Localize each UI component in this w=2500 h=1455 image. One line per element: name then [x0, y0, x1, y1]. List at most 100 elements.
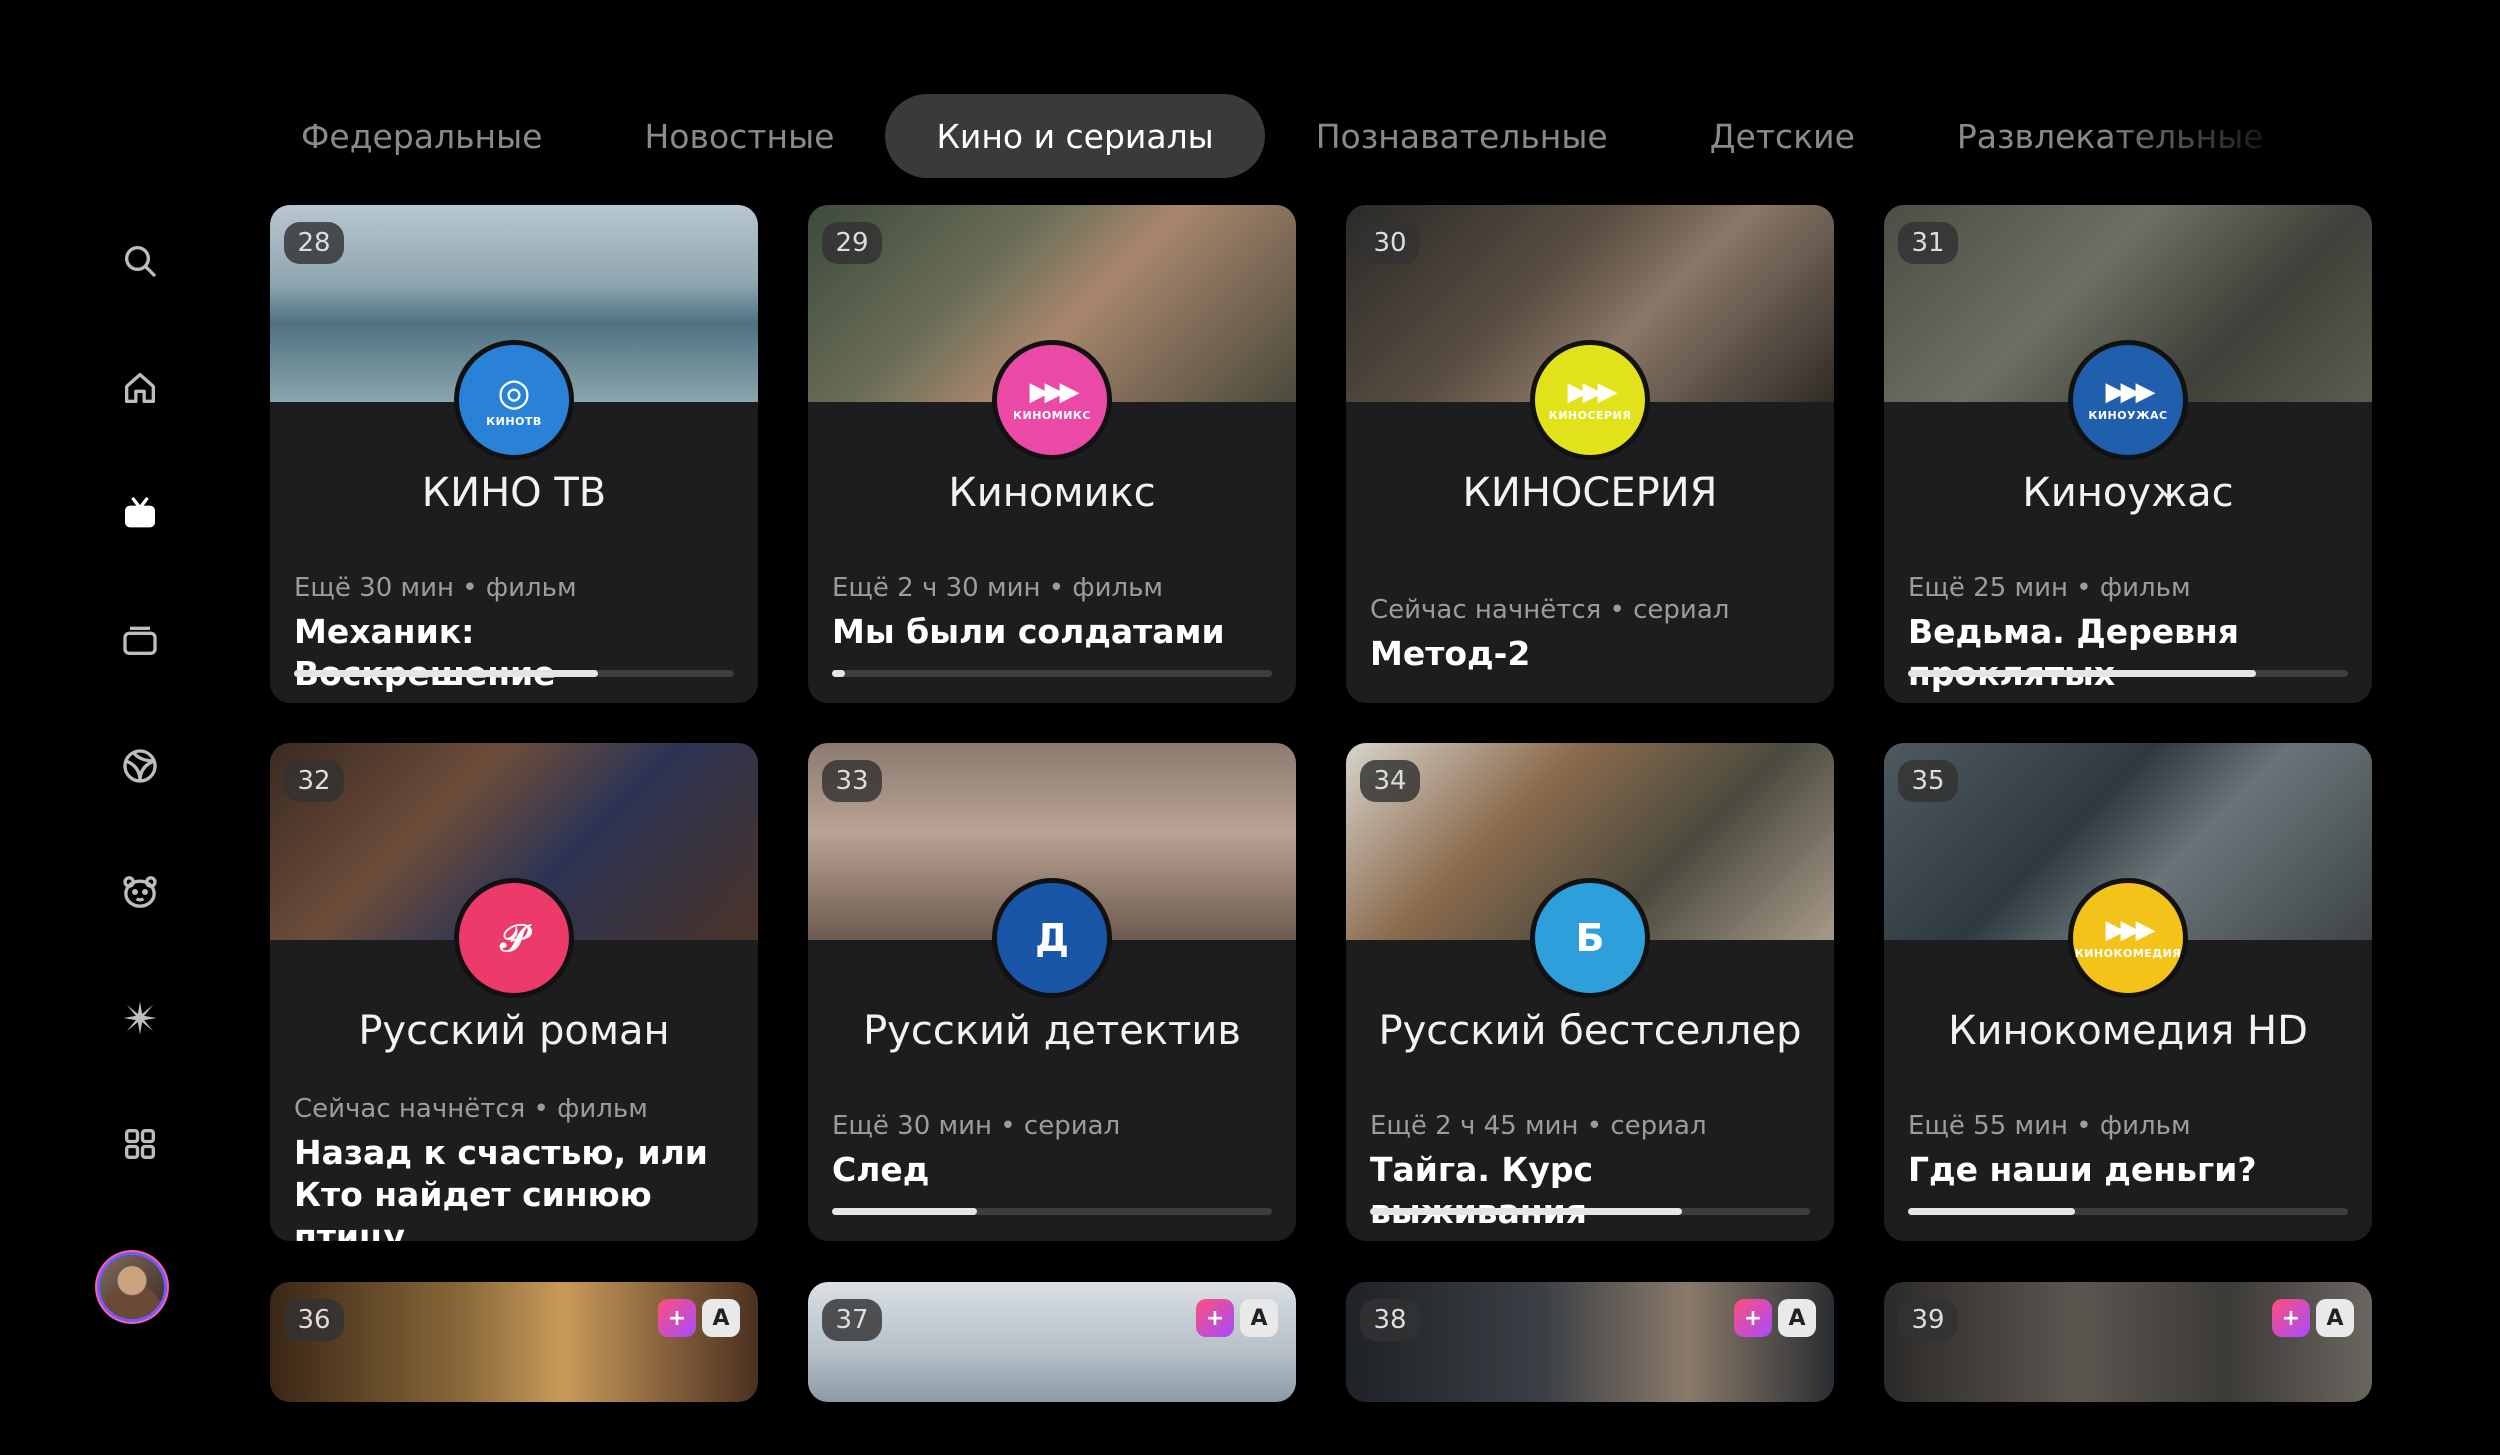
- channel-number: 39: [1898, 1299, 1958, 1341]
- logo-caption: КИНОМИКС: [1013, 408, 1091, 422]
- subscription-badges: + A: [1734, 1299, 1816, 1337]
- program-meta: Ещё 30 мин • сериал: [832, 1111, 1121, 1141]
- channel-name: Русский детектив: [863, 1008, 1241, 1054]
- channel-logo: ▶▶▶ КИНОСЕРИЯ: [1535, 345, 1645, 455]
- channel-number: 37: [822, 1299, 882, 1341]
- program-title: Механик: Воскрешение: [294, 612, 556, 693]
- tab-2[interactable]: Кино и сериалы: [885, 94, 1265, 178]
- program-info: Ещё 30 мин • сериал След: [832, 1111, 1272, 1191]
- logo-chevrons: ▶▶▶: [2105, 376, 2156, 407]
- subscription-badges: + A: [2272, 1299, 2354, 1337]
- channel-logo: ◎ КИНОТВ: [459, 345, 569, 455]
- channel-logo: 𝒫: [459, 883, 569, 993]
- program-info: Ещё 2 ч 30 мин • фильм Мы были солдатами: [832, 573, 1272, 653]
- program-title: Тайга. Курс выживания: [1370, 1150, 1594, 1231]
- channel-number: 31: [1898, 222, 1958, 264]
- tab-3[interactable]: Познавательные: [1265, 94, 1659, 178]
- channel-card[interactable]: 35 ▶▶▶ КИНОКОМЕДИЯ Кинокомедия HD Ещё 55 мин…: [1884, 743, 2372, 1241]
- channel-card[interactable]: 34 Б Русский бестселлер Ещё 2 ч 45 мин • се…: [1346, 743, 1834, 1241]
- channel-number: 33: [822, 760, 882, 802]
- channel-card[interactable]: 36 + A: [270, 1282, 758, 1402]
- channel-card[interactable]: 32 𝒫 Русский роман Сейчас начнётся • фильм Н…: [270, 743, 758, 1241]
- channel-name: КИНОСЕРИЯ: [1462, 470, 1718, 516]
- channel-number: 34: [1360, 760, 1420, 802]
- amediateka-badge-icon: A: [2316, 1299, 2354, 1337]
- logo-caption: КИНОТВ: [486, 414, 542, 428]
- sparkle-icon[interactable]: [114, 992, 166, 1044]
- logo-caption: КИНОУЖАС: [2088, 408, 2168, 422]
- channel-logo: Д: [997, 883, 1107, 993]
- logo-letter: Б: [1575, 916, 1605, 960]
- amediateka-badge-icon: A: [1240, 1299, 1278, 1337]
- sidebar-nav: [100, 225, 180, 1365]
- channel-name: Киномикс: [948, 470, 1156, 516]
- tab-5[interactable]: Развлекательные: [1906, 94, 2300, 178]
- progress-bar: [1908, 1208, 2348, 1215]
- channel-card[interactable]: 37 + A: [808, 1282, 1296, 1402]
- channel-name: Русский роман: [358, 1008, 670, 1054]
- channel-name: Русский бестселлер: [1378, 1008, 1802, 1054]
- progress-fill: [1908, 670, 2256, 677]
- logo-caption: КИНОСЕРИЯ: [1548, 408, 1632, 422]
- channel-card[interactable]: 28 ◎ КИНОТВ КИНО ТВ Ещё 30 мин • фильм Механи…: [270, 205, 758, 703]
- channel-card[interactable]: 38 + A: [1346, 1282, 1834, 1402]
- profile-avatar[interactable]: [100, 1255, 164, 1319]
- logo-chevrons: ▶▶▶: [1029, 376, 1080, 407]
- plus-badge-icon: +: [1734, 1299, 1772, 1337]
- tab-4[interactable]: Детские: [1659, 94, 1906, 178]
- channel-card[interactable]: 29 ▶▶▶ КИНОМИКС Киномикс Ещё 2 ч 30 мин • фи…: [808, 205, 1296, 703]
- plus-badge-icon: +: [1196, 1299, 1234, 1337]
- program-meta: Ещё 30 мин • фильм: [294, 573, 577, 603]
- channel-number: 30: [1360, 222, 1420, 264]
- channel-logo: Б: [1535, 883, 1645, 993]
- channel-number: 29: [822, 222, 882, 264]
- channel-card[interactable]: 39 + A: [1884, 1282, 2372, 1402]
- logo-chevrons: ▶▶▶: [1567, 376, 1618, 407]
- channel-card[interactable]: 33 Д Русский детектив Ещё 30 мин • сериал Сл…: [808, 743, 1296, 1241]
- program-title: Где наши деньги?: [1908, 1150, 2257, 1189]
- channel-number: 35: [1898, 760, 1958, 802]
- collections-icon[interactable]: [114, 614, 166, 666]
- progress-fill: [1908, 1208, 2076, 1215]
- amediateka-badge-icon: A: [1778, 1299, 1816, 1337]
- search-icon[interactable]: [114, 235, 166, 287]
- program-title: След: [832, 1150, 930, 1189]
- sport-icon[interactable]: [114, 740, 166, 792]
- logo-letter: 𝒫: [500, 916, 528, 960]
- program-meta: Ещё 25 мин • фильм: [1908, 573, 2191, 603]
- tv-icon[interactable]: [114, 488, 166, 540]
- channel-name: КИНО ТВ: [421, 470, 607, 516]
- program-info: Сейчас начнётся • фильм Назад к счастью, …: [294, 1094, 734, 1241]
- kids-bear-icon[interactable]: [114, 866, 166, 918]
- channel-number: 28: [284, 222, 344, 264]
- program-info: Ещё 55 мин • фильм Где наши деньги?: [1908, 1111, 2348, 1191]
- program-meta: Ещё 2 ч 30 мин • фильм: [832, 573, 1164, 603]
- progress-bar: [1908, 670, 2348, 677]
- apps-grid-icon[interactable]: [114, 1118, 166, 1170]
- logo-letter: Д: [1035, 916, 1069, 960]
- plus-badge-icon: +: [2272, 1299, 2310, 1337]
- progress-bar: [832, 670, 1272, 677]
- logo-chevrons: ▶▶▶: [2105, 914, 2156, 945]
- amediateka-badge-icon: A: [702, 1299, 740, 1337]
- channel-number: 38: [1360, 1299, 1420, 1341]
- progress-fill: [832, 670, 846, 677]
- program-meta: Сейчас начнётся • фильм: [294, 1094, 648, 1124]
- channel-logo: ▶▶▶ КИНОМИКС: [997, 345, 1107, 455]
- subscription-badges: + A: [1196, 1299, 1278, 1337]
- tab-0[interactable]: Федеральные: [250, 94, 593, 178]
- channel-name: Киноужас: [2022, 470, 2234, 516]
- program-meta: Ещё 55 мин • фильм: [1908, 1111, 2191, 1141]
- channel-name: Кинокомедия HD: [1948, 1008, 2308, 1054]
- progress-bar: [294, 670, 734, 677]
- program-meta: Ещё 2 ч 45 мин • сериал: [1370, 1111, 1707, 1141]
- channel-card[interactable]: 31 ▶▶▶ КИНОУЖАС Киноужас Ещё 25 мин • фильм В…: [1884, 205, 2372, 703]
- channel-logo: ▶▶▶ КИНОУЖАС: [2073, 345, 2183, 455]
- tab-1[interactable]: Новостные: [593, 94, 885, 178]
- home-icon[interactable]: [114, 362, 166, 414]
- program-title: Метод-2: [1370, 634, 1531, 673]
- program-info: Сейчас начнётся • сериал Метод-2: [1370, 595, 1810, 675]
- channel-number: 32: [284, 760, 344, 802]
- logo-caption: КИНОКОМЕДИЯ: [2074, 946, 2182, 960]
- channel-card[interactable]: 30 ▶▶▶ КИНОСЕРИЯ КИНОСЕРИЯ Сейчас начнётся •…: [1346, 205, 1834, 703]
